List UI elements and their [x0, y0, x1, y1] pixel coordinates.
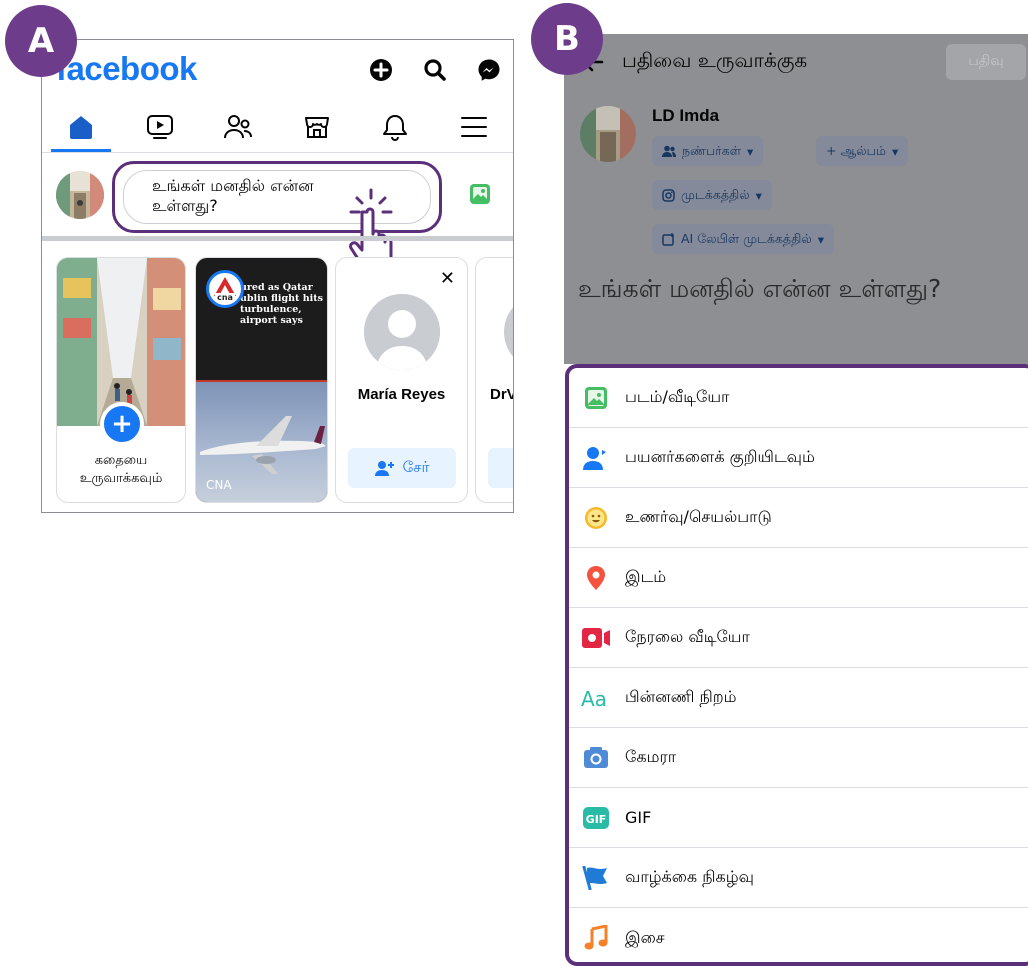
post-option-label: பயனர்களைக் குறியிடவும்: [625, 447, 815, 466]
facebook-feed-panel: facebook உங்கள் மனதில் என்ன உள்ளது? + கத…: [41, 39, 514, 513]
video-icon[interactable]: [130, 104, 190, 150]
add-friend-icon: [374, 461, 394, 476]
avatar: [580, 106, 636, 162]
add-friend-button[interactable]: சேர்: [348, 448, 456, 488]
top-actions: [367, 56, 503, 84]
post-option-background-color[interactable]: Aa பின்னணி நிறம்: [569, 668, 1028, 728]
page-title: பதிவை உருவாக்குக: [622, 48, 808, 72]
create-post-topbar: பதிவை உருவாக்குக பதிவு: [564, 34, 1028, 90]
photo-icon[interactable]: [469, 183, 491, 210]
main-nav: [42, 104, 513, 152]
post-option-live-video[interactable]: நேரலை வீடியோ: [569, 608, 1028, 668]
add-friend-button[interactable]: [488, 448, 513, 488]
cna-story-card[interactable]: ured as Qatar ublin flight hits turbulen…: [195, 257, 328, 503]
create-story-line-1: கதையை: [94, 453, 148, 468]
feeling-icon: [581, 503, 611, 533]
ai-label-icon: [662, 232, 674, 246]
chevron-down-icon: ▾: [747, 143, 754, 159]
photo-video-icon: [581, 383, 611, 413]
post-text-input[interactable]: உங்கள் மனதில் என்ன உள்ளது?: [578, 274, 941, 307]
bell-icon[interactable]: [365, 104, 425, 150]
post-options-list: படம்/வீடியோ பயனர்களைக் குறியிடவும் உணர்வு/…: [569, 368, 1028, 966]
chevron-down-icon: ▾: [892, 143, 899, 159]
ai-label-toggle[interactable]: AI லேபிள் முடக்கத்தில் ▾: [652, 224, 834, 254]
post-option-photo-video[interactable]: படம்/வீடியோ: [569, 368, 1028, 428]
facebook-logo[interactable]: facebook: [56, 50, 197, 88]
tag-people-icon: [581, 443, 611, 473]
audience-selector[interactable]: நண்பர்கள் ▾: [652, 136, 764, 166]
friends-icon[interactable]: [208, 104, 268, 150]
post-option-label: பின்னணி நிறம்: [625, 687, 737, 706]
post-options-sheet: படம்/வீடியோ பயனர்களைக் குறியிடவும் உணர்வு/…: [565, 364, 1028, 966]
music-icon: [581, 923, 611, 953]
svg-text:Aa: Aa: [581, 687, 607, 709]
location-icon: [581, 563, 611, 593]
friend-name: DrV: [490, 386, 513, 403]
post-option-music[interactable]: இசை: [569, 908, 1028, 966]
create-post-panel: பதிவை உருவாக்குக பதிவு LD Imda நண்பர்கள்…: [564, 34, 1028, 966]
post-option-life-event[interactable]: வாழ்க்கை நிகழ்வு: [569, 848, 1028, 908]
instagram-label: முடக்கத்தில்: [681, 186, 750, 202]
cna-logo-text: cna: [217, 293, 233, 302]
live-video-icon: [581, 623, 611, 653]
chevron-down-icon: ▾: [755, 187, 762, 203]
gif-icon: GIF: [581, 803, 611, 833]
instagram-icon: [662, 188, 675, 202]
post-option-feeling[interactable]: உணர்வு/செயல்பாடு: [569, 488, 1028, 548]
friend-suggestion-card-partial[interactable]: DrV: [475, 257, 513, 503]
step-badge-a: A: [5, 5, 77, 77]
marketplace-icon[interactable]: [287, 104, 347, 150]
search-icon[interactable]: [421, 56, 449, 84]
story-source-name: CNA: [206, 478, 232, 492]
post-option-label: படம்/வீடியோ: [625, 387, 730, 406]
messenger-icon[interactable]: [475, 56, 503, 84]
avatar[interactable]: [56, 171, 104, 219]
post-button[interactable]: பதிவு: [946, 44, 1026, 80]
post-option-label: வாழ்க்கை நிகழ்வு: [625, 867, 754, 886]
post-option-tag-people[interactable]: பயனர்களைக் குறியிடவும்: [569, 428, 1028, 488]
close-icon[interactable]: ✕: [440, 268, 455, 289]
create-story-label: கதையை உருவாக்கவும்: [57, 452, 185, 488]
create-post-header-area: பதிவை உருவாக்குக பதிவு LD Imda நண்பர்கள்…: [564, 34, 1028, 364]
album-label: + ஆல்பம்: [826, 142, 886, 158]
user-name: LD Imda: [652, 106, 720, 125]
friend-name: María Reyes: [357, 386, 446, 403]
friends-icon: [662, 145, 676, 157]
post-option-label: நேரலை வீடியோ: [625, 627, 750, 646]
avatar: [364, 294, 440, 370]
create-story-card[interactable]: + கதையை உருவாக்கவும்: [56, 257, 186, 503]
life-event-icon: [581, 863, 611, 893]
svg-text:GIF: GIF: [586, 813, 607, 826]
cna-logo: cna: [206, 270, 244, 308]
add-story-icon[interactable]: +: [100, 402, 144, 446]
post-option-label: கேமரா: [625, 747, 677, 766]
audience-label: நண்பர்கள்: [682, 142, 742, 158]
ai-label-text: AI லேபிள் முடக்கத்தில்: [681, 230, 812, 246]
stories-tray: + கதையை உருவாக்கவும் ured as Qatar ublin…: [42, 241, 513, 512]
plus-circle-icon[interactable]: [367, 56, 395, 84]
menu-icon[interactable]: [444, 104, 504, 150]
post-option-label: இசை: [625, 927, 665, 947]
step-badge-b: B: [531, 3, 603, 75]
story-headline: ured as Qatar ublin flight hits turbulen…: [240, 282, 323, 326]
chevron-down-icon: ▾: [817, 231, 824, 247]
post-option-location[interactable]: இடம்: [569, 548, 1028, 608]
post-option-camera[interactable]: கேமரா: [569, 728, 1028, 788]
home-icon[interactable]: [51, 104, 112, 152]
avatar: [504, 294, 513, 370]
post-composer: உங்கள் மனதில் என்ன உள்ளது?: [42, 152, 513, 236]
street-photo: [57, 258, 185, 426]
album-selector[interactable]: + ஆல்பம் ▾: [816, 136, 909, 166]
post-option-label: இடம்: [625, 567, 667, 586]
background-color-icon: Aa: [581, 683, 611, 713]
friend-suggestion-card[interactable]: ✕ María Reyes சேர்: [335, 257, 468, 503]
instagram-share-toggle[interactable]: முடக்கத்தில் ▾: [652, 180, 772, 210]
camera-icon: [581, 743, 611, 773]
post-option-gif[interactable]: GIF GIF: [569, 788, 1028, 848]
create-story-line-2: உருவாக்கவும்: [79, 471, 163, 486]
add-friend-label: சேர்: [402, 458, 430, 476]
post-option-label: GIF: [625, 808, 652, 827]
post-option-label: உணர்வு/செயல்பாடு: [625, 507, 772, 526]
